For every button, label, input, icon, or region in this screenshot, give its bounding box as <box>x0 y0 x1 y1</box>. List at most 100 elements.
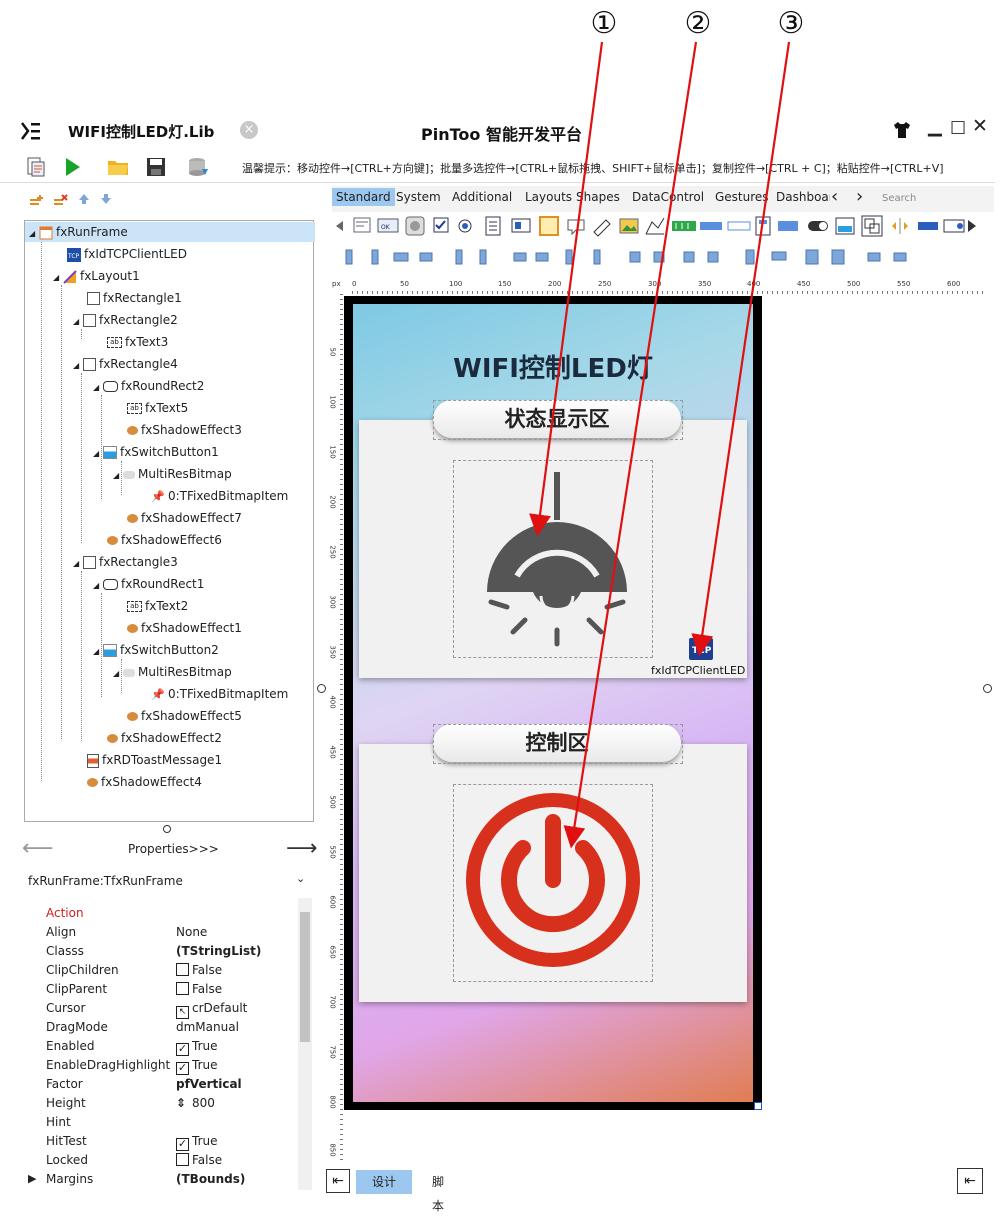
tree-node[interactable]: ◢ MultiResBitmap <box>113 662 232 682</box>
tab-additional[interactable]: Additional <box>452 190 512 204</box>
splitter-handle-right[interactable] <box>983 684 992 693</box>
prop-value[interactable]: (TStringList) <box>176 944 261 958</box>
tree-node[interactable]: ab fxText5 <box>127 398 188 418</box>
maximize-button[interactable]: □ <box>950 117 966 137</box>
tree-node[interactable]: fxShadowEffect1 <box>127 618 242 638</box>
run-icon[interactable] <box>60 155 84 179</box>
properties-nav-label[interactable]: Properties>>> <box>128 842 219 856</box>
control-panel[interactable] <box>359 744 747 1002</box>
prev-arrow-icon[interactable]: ⟵ <box>22 836 54 861</box>
checkbox-icon[interactable] <box>176 963 189 976</box>
prop-name: Factor <box>46 1077 83 1091</box>
props-scrollbar[interactable] <box>298 898 312 1190</box>
prop-value[interactable]: dmManual <box>176 1020 239 1034</box>
resize-handle[interactable] <box>754 1102 762 1110</box>
tree-node[interactable]: ◢ MultiResBitmap <box>113 464 232 484</box>
tree-node[interactable]: ab fxText3 <box>107 332 168 352</box>
add-node-icon[interactable] <box>28 192 44 208</box>
checked-checkbox-icon[interactable]: ✓ <box>176 1138 189 1151</box>
bitmap-icon <box>122 668 135 677</box>
prop-value[interactable]: (TBounds) <box>176 1172 245 1186</box>
move-down-icon[interactable] <box>100 193 112 205</box>
expand-icon[interactable]: ▶ <box>28 1172 36 1185</box>
remove-node-icon[interactable] <box>52 192 68 208</box>
scroll-thumb[interactable] <box>300 912 310 1042</box>
checkbox-icon[interactable] <box>176 1153 189 1166</box>
lamp-icon[interactable] <box>477 472 637 652</box>
tree-node-label: fxRectangle4 <box>98 357 178 371</box>
new-project-icon[interactable] <box>24 155 48 179</box>
prop-checkbox[interactable]: False <box>176 1153 222 1167</box>
object-selector[interactable]: fxRunFrame:TfxRunFrame <box>28 874 183 888</box>
tab-gestures[interactable]: Gestures <box>715 190 769 204</box>
checked-checkbox-icon[interactable]: ✓ <box>176 1043 189 1056</box>
tree-node[interactable]: fxShadowEffect3 <box>127 420 242 440</box>
checked-checkbox-icon[interactable]: ✓ <box>176 1062 189 1075</box>
tree-node[interactable]: fxRectangle1 <box>87 288 182 308</box>
tabs-next-icon[interactable]: › <box>856 186 863 207</box>
tree-node[interactable]: fxShadowEffect4 <box>87 772 202 792</box>
search-input[interactable]: Search <box>882 193 916 204</box>
tree-node[interactable]: fxShadowEffect6 <box>107 530 222 550</box>
alignment-icons[interactable] <box>332 246 912 268</box>
tree-node[interactable]: TCP fxIdTCPClientLED <box>67 244 187 264</box>
power-icon[interactable] <box>461 788 645 972</box>
prop-value[interactable]: None <box>176 925 207 939</box>
tabs-prev-icon[interactable]: ‹ <box>831 186 838 207</box>
menu-icon[interactable] <box>20 120 42 142</box>
tab-system[interactable]: System <box>396 190 441 204</box>
prop-checkbox[interactable]: False <box>176 982 222 996</box>
tree-node[interactable]: fxShadowEffect5 <box>127 706 242 726</box>
tab-dashboard[interactable]: Dashboar <box>776 190 830 204</box>
status-panel[interactable]: TCP fxIdTCPClientLED <box>359 420 747 678</box>
splitter-handle-left[interactable] <box>317 684 326 693</box>
chevron-down-icon[interactable]: ⌄ <box>296 872 305 885</box>
collapse-right-icon[interactable]: ⇤ <box>957 1168 983 1194</box>
tab-script[interactable]: 脚本 <box>432 1170 444 1213</box>
prop-value[interactable]: pfVertical <box>176 1077 242 1091</box>
prop-checkbox[interactable]: False <box>176 963 222 977</box>
minimize-button[interactable]: ▁ <box>928 116 942 137</box>
tree-node[interactable]: 📌 0:TFixedBitmapItem <box>151 486 288 506</box>
prop-checkbox[interactable]: ✓ True <box>176 1058 218 1075</box>
tree-node[interactable]: ◢ fxSwitchButton1 <box>93 442 219 462</box>
skin-icon[interactable] <box>892 120 912 140</box>
tree-node[interactable]: ◢ fxRectangle3 <box>73 552 178 572</box>
run-frame[interactable]: WIFI控制LED灯 TCP fxIdTCPClientLED 状态显示区 控制… <box>353 304 753 1102</box>
close-button[interactable]: ✕ <box>972 115 988 137</box>
tree-node[interactable]: ◢ fxRunFrame <box>25 222 315 242</box>
tree-node[interactable]: ◢ fxRectangle2 <box>73 310 178 330</box>
tab-datacontrol[interactable]: DataControl <box>632 190 704 204</box>
close-tab-button[interactable]: × <box>240 121 258 139</box>
next-arrow-icon[interactable]: ⟶ <box>286 836 318 861</box>
prop-height[interactable]: ⇕ 800 <box>176 1096 215 1110</box>
collapse-left-icon[interactable]: ⇤ <box>326 1169 350 1193</box>
move-up-icon[interactable] <box>78 193 90 205</box>
tree-node[interactable]: ◢ fxRectangle4 <box>73 354 178 374</box>
database-icon[interactable] <box>186 155 210 179</box>
component-icons[interactable]: OK <box>332 214 994 238</box>
splitter-handle[interactable] <box>163 825 171 833</box>
prop-checkbox[interactable]: ✓ True <box>176 1134 218 1151</box>
tab-standard[interactable]: Standard <box>332 188 395 206</box>
tree-node[interactable]: ◢ fxSwitchButton2 <box>93 640 219 660</box>
tree-node[interactable]: ◢ fxRoundRect2 <box>93 376 204 396</box>
tree-node[interactable]: 📌 0:TFixedBitmapItem <box>151 684 288 704</box>
tcp-icon[interactable]: TCP <box>689 638 713 660</box>
tree-node[interactable]: fxShadowEffect7 <box>127 508 242 528</box>
open-folder-icon[interactable] <box>106 155 130 179</box>
tree-node-label: MultiResBitmap <box>137 467 232 481</box>
form-title[interactable]: WIFI控制LED灯 <box>353 348 753 385</box>
save-icon[interactable] <box>144 155 168 179</box>
prop-cursor[interactable]: ↖ crDefault <box>176 1001 247 1019</box>
tree-node[interactable]: ab fxText2 <box>127 596 188 616</box>
checkbox-icon[interactable] <box>176 982 189 995</box>
tab-shapes[interactable]: Shapes <box>576 190 620 204</box>
tab-design[interactable]: 设计 <box>356 1170 412 1194</box>
tree-node[interactable]: fxRDToastMessage1 <box>87 750 222 770</box>
tree-node[interactable]: fxShadowEffect2 <box>107 728 222 748</box>
tree-node[interactable]: ◢ fxLayout1 <box>53 266 140 286</box>
prop-checkbox[interactable]: ✓ True <box>176 1039 218 1056</box>
tree-node[interactable]: ◢ fxRoundRect1 <box>93 574 204 594</box>
tab-layouts[interactable]: Layouts <box>525 190 572 204</box>
